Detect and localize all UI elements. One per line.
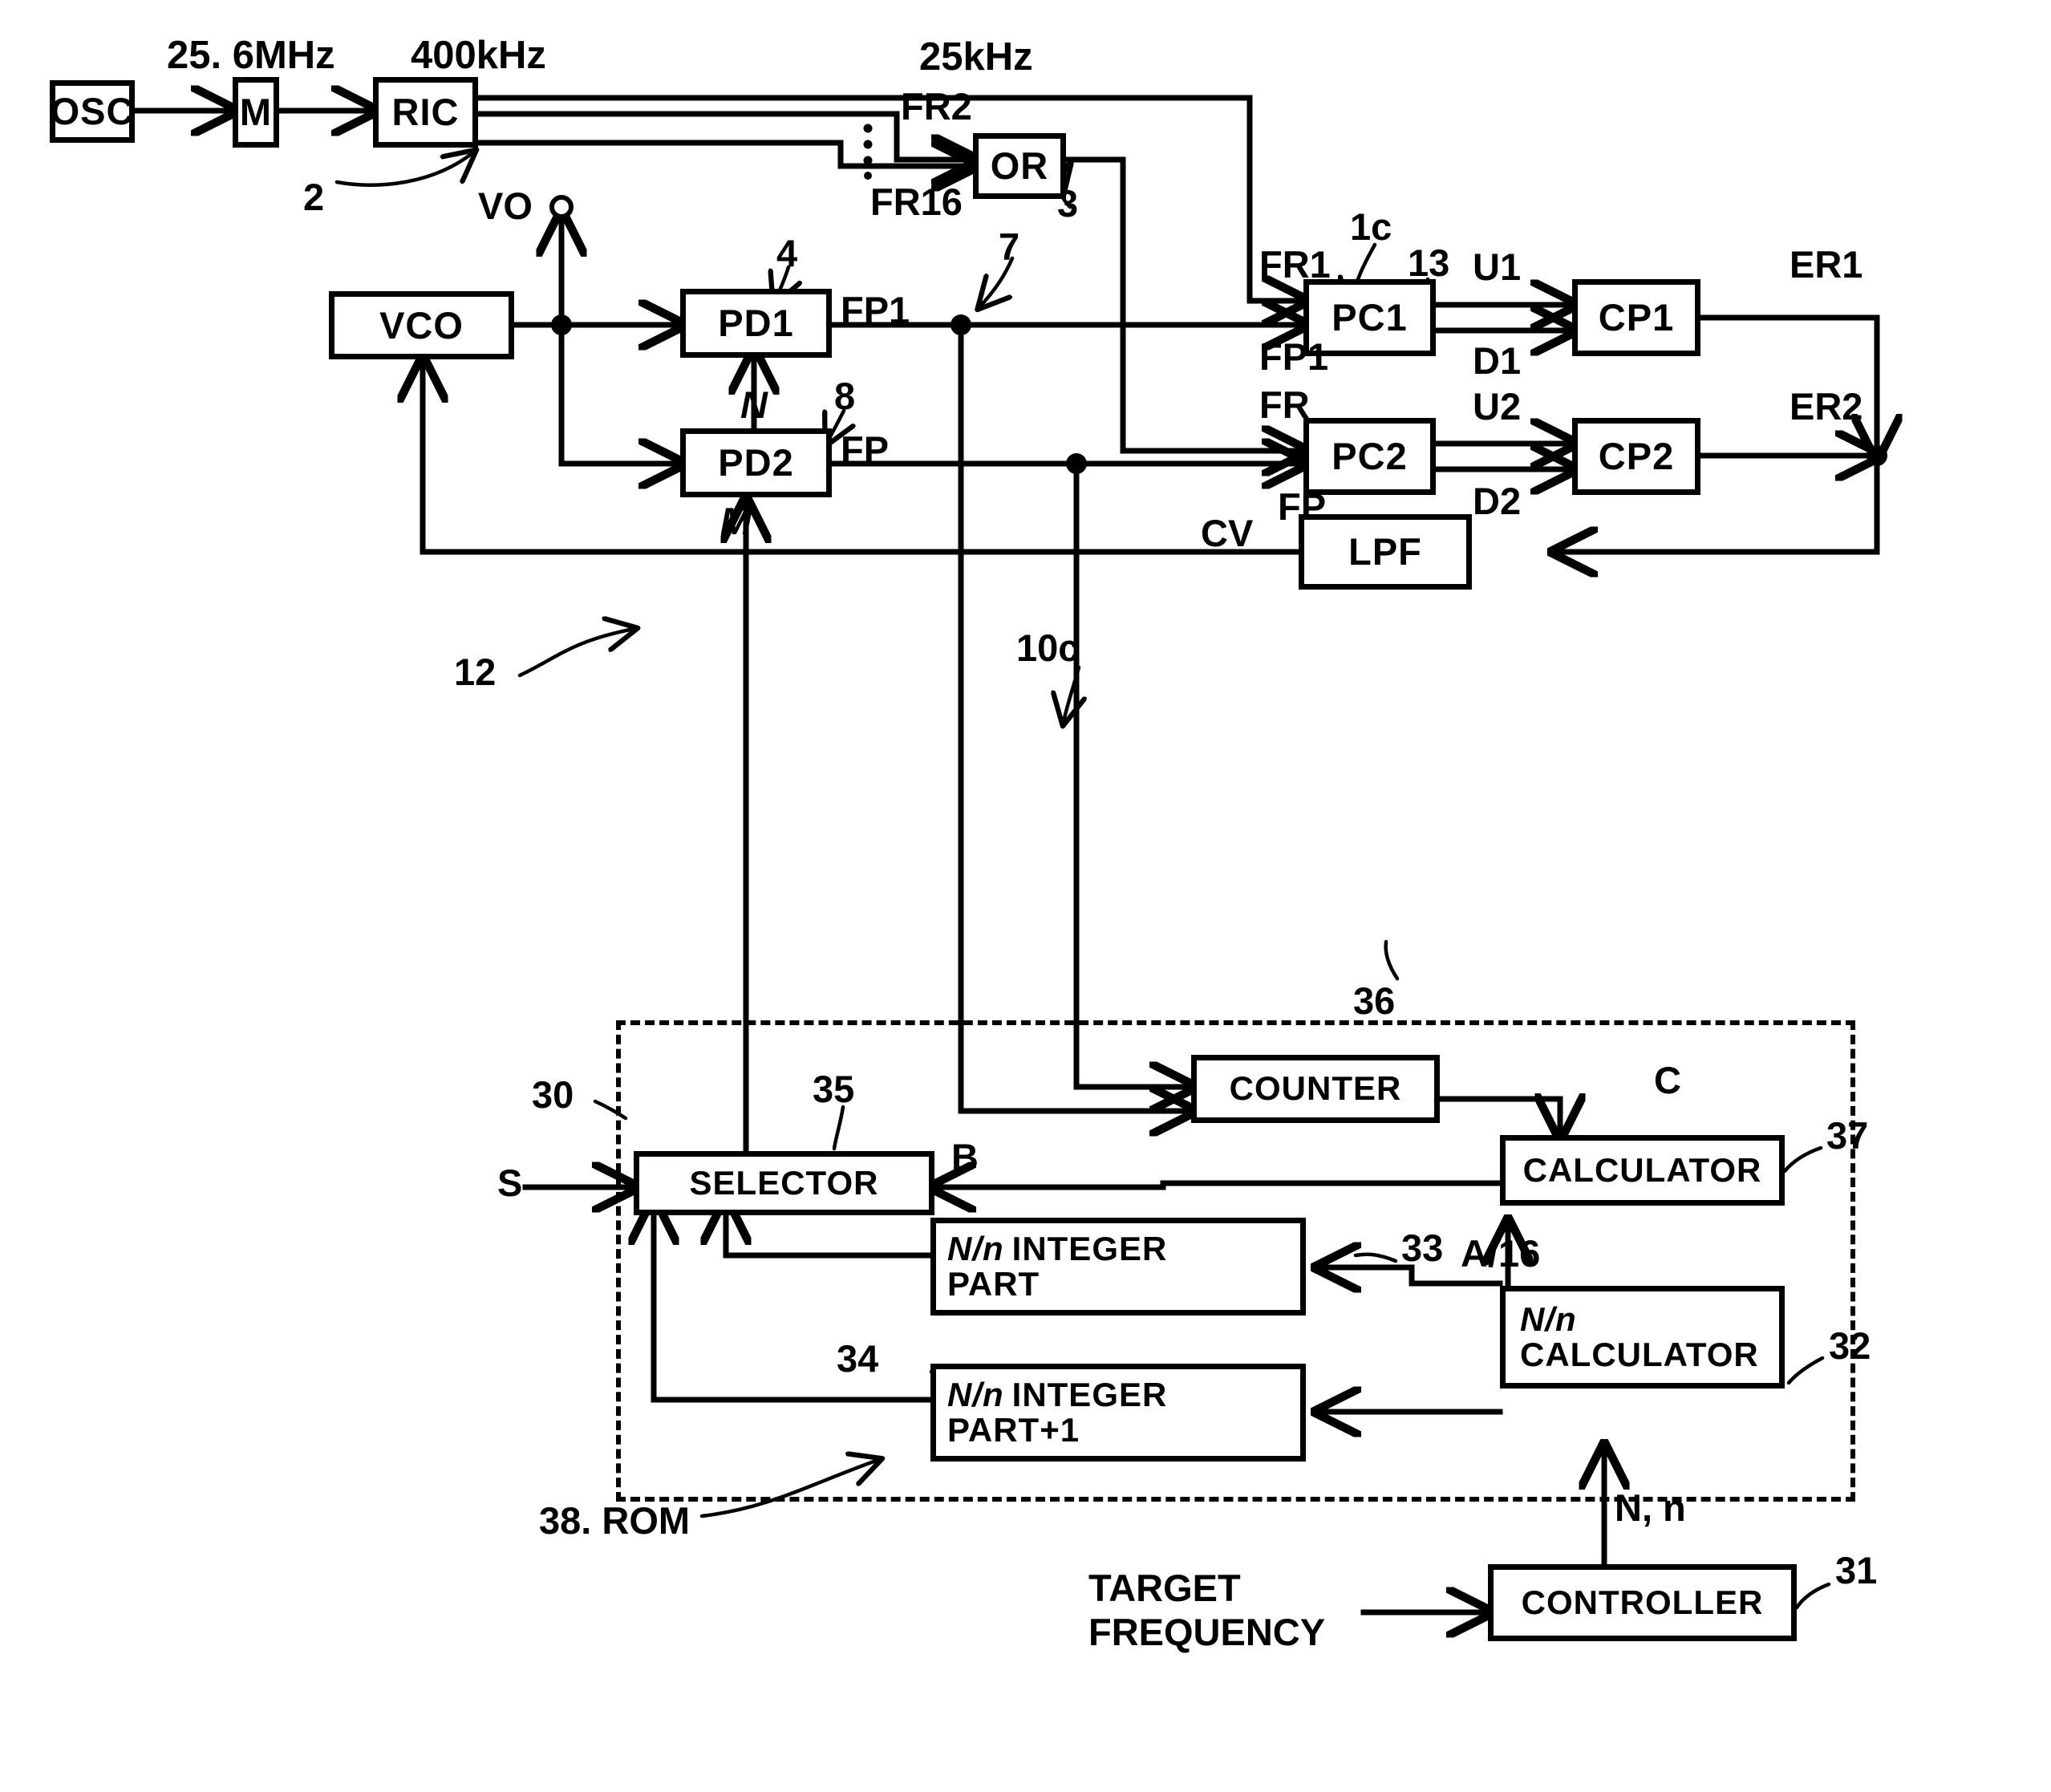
- ref-number-8: 8: [834, 375, 856, 417]
- block-calculator[interactable]: CALCULATOR: [1500, 1135, 1785, 1206]
- label-n-divisor: N: [740, 383, 768, 426]
- label-vo: VO: [478, 184, 533, 227]
- block-rom-integer-part-plus1-nn: N/n: [947, 1375, 1004, 1413]
- ref-number-4: 4: [776, 232, 798, 274]
- label-fr2: FR2: [901, 85, 972, 128]
- label-s-input: S: [497, 1162, 523, 1204]
- block-vco-label: VCO: [379, 303, 464, 347]
- label-fp-out: FP: [841, 428, 890, 471]
- block-rom-integer-part[interactable]: N/n INTEGER PART: [930, 1218, 1306, 1316]
- ref-number-31: 31: [1835, 1549, 1878, 1591]
- block-or-gate[interactable]: OR: [973, 133, 1066, 199]
- block-rom-integer-part-plus1-line3: PART+1: [947, 1411, 1080, 1449]
- ref-number-38-rom: 38. ROM: [539, 1499, 691, 1542]
- label-er1: ER1: [1790, 243, 1863, 286]
- ref-number-13: 13: [1408, 241, 1450, 284]
- block-rom-integer-part-line3: PART: [947, 1265, 1040, 1303]
- ref-number-30: 30: [532, 1073, 574, 1116]
- vo-terminal-icon: [549, 195, 574, 219]
- block-or-gate-label: OR: [990, 144, 1049, 188]
- label-c-signal: C: [1654, 1059, 1681, 1101]
- block-rom-integer-part-plus1[interactable]: N/n INTEGER PART+1: [930, 1364, 1306, 1462]
- ref-number-3: 3: [1057, 182, 1079, 225]
- block-cp1-label: CP1: [1598, 296, 1675, 339]
- label-d2: D2: [1473, 480, 1522, 522]
- label-u2: U2: [1473, 385, 1522, 428]
- block-controller-label: CONTROLLER: [1521, 1583, 1764, 1621]
- block-cp2[interactable]: CP2: [1572, 418, 1700, 495]
- label-fr: FR: [1259, 383, 1310, 426]
- block-controller[interactable]: CONTROLLER: [1488, 1564, 1797, 1641]
- label-n-comma-n: N, n: [1615, 1486, 1686, 1529]
- block-cp2-label: CP2: [1598, 435, 1675, 478]
- vertical-ellipsis-icon: [863, 124, 873, 180]
- block-cp1[interactable]: CP1: [1572, 279, 1700, 356]
- block-nn-calculator-line1: N/n: [1520, 1299, 1577, 1338]
- block-pd2[interactable]: PD2: [680, 428, 832, 497]
- block-pc2-label: PC2: [1332, 435, 1408, 478]
- block-m-divider[interactable]: M: [233, 77, 279, 148]
- block-rom-integer-part-nn: N/n: [947, 1229, 1004, 1267]
- ref-number-7: 7: [999, 225, 1020, 268]
- block-counter[interactable]: COUNTER: [1191, 1055, 1440, 1123]
- label-fr16: FR16: [870, 180, 963, 223]
- ref-number-32: 32: [1829, 1324, 1871, 1367]
- label-fp1-out: FP1: [841, 289, 910, 331]
- label-u1: U1: [1473, 245, 1522, 288]
- label-er2: ER2: [1790, 385, 1863, 428]
- block-rom-integer-part-plus1-word: INTEGER: [1011, 1375, 1168, 1413]
- ref-number-33: 33: [1401, 1226, 1444, 1269]
- label-freq-25khz: 25kHz: [919, 35, 1033, 79]
- label-m-divisor: M: [720, 500, 752, 542]
- label-target-frequency-line2: FREQUENCY: [1088, 1611, 1326, 1653]
- block-m-divider-label: M: [239, 91, 273, 134]
- block-calculator-label: CALCULATOR: [1522, 1150, 1762, 1189]
- wiring-layer: [132, 0, 2051, 1792]
- block-counter-label: COUNTER: [1229, 1069, 1402, 1108]
- block-ric[interactable]: RIC: [373, 77, 478, 148]
- block-rom-integer-part-word: INTEGER: [1011, 1229, 1168, 1267]
- ref-number-1c: 1c: [1350, 205, 1392, 248]
- label-cv: CV: [1201, 512, 1254, 554]
- block-selector-label: SELECTOR: [689, 1163, 879, 1202]
- block-lpf-label: LPF: [1348, 530, 1422, 574]
- ref-number-10c: 10c: [1016, 626, 1080, 669]
- ref-number-12: 12: [454, 651, 497, 693]
- label-target-frequency-line1: TARGET: [1088, 1567, 1241, 1609]
- block-ric-label: RIC: [391, 91, 460, 134]
- ref-number-36: 36: [1353, 979, 1396, 1022]
- block-pc2[interactable]: PC2: [1303, 418, 1436, 495]
- block-nn-calculator[interactable]: N/n CALCULATOR: [1500, 1286, 1785, 1389]
- label-d1: D1: [1473, 339, 1522, 382]
- block-pc1-label: PC1: [1332, 296, 1408, 339]
- ref-number-2: 2: [303, 176, 325, 218]
- label-freq-25-6mhz: 25. 6MHz: [167, 34, 335, 77]
- ref-number-35: 35: [813, 1068, 855, 1110]
- label-b-signal: B: [951, 1136, 979, 1178]
- block-pd1-label: PD1: [718, 302, 794, 345]
- patent-diagram-canvas: OSC M RIC OR VCO PD1 PD2 PC1 CP1 PC2 CP2…: [0, 0, 2051, 1792]
- block-osc[interactable]: OSC: [50, 80, 135, 143]
- ref-number-34: 34: [837, 1337, 879, 1380]
- block-vco[interactable]: VCO: [329, 291, 514, 359]
- block-pd2-label: PD2: [718, 441, 794, 484]
- label-fr1: FR1: [1259, 243, 1331, 286]
- block-nn-calculator-line2: CALCULATOR: [1520, 1336, 1759, 1373]
- label-fp: FP: [1278, 485, 1327, 528]
- block-selector[interactable]: SELECTOR: [634, 1151, 934, 1215]
- label-a-over-16: A/16: [1461, 1232, 1541, 1275]
- ref-number-37: 37: [1826, 1114, 1869, 1157]
- label-freq-400khz: 400kHz: [411, 34, 546, 77]
- block-pd1[interactable]: PD1: [680, 289, 832, 358]
- block-osc-label: OSC: [50, 90, 135, 133]
- label-fp1-in: FP1: [1259, 335, 1329, 378]
